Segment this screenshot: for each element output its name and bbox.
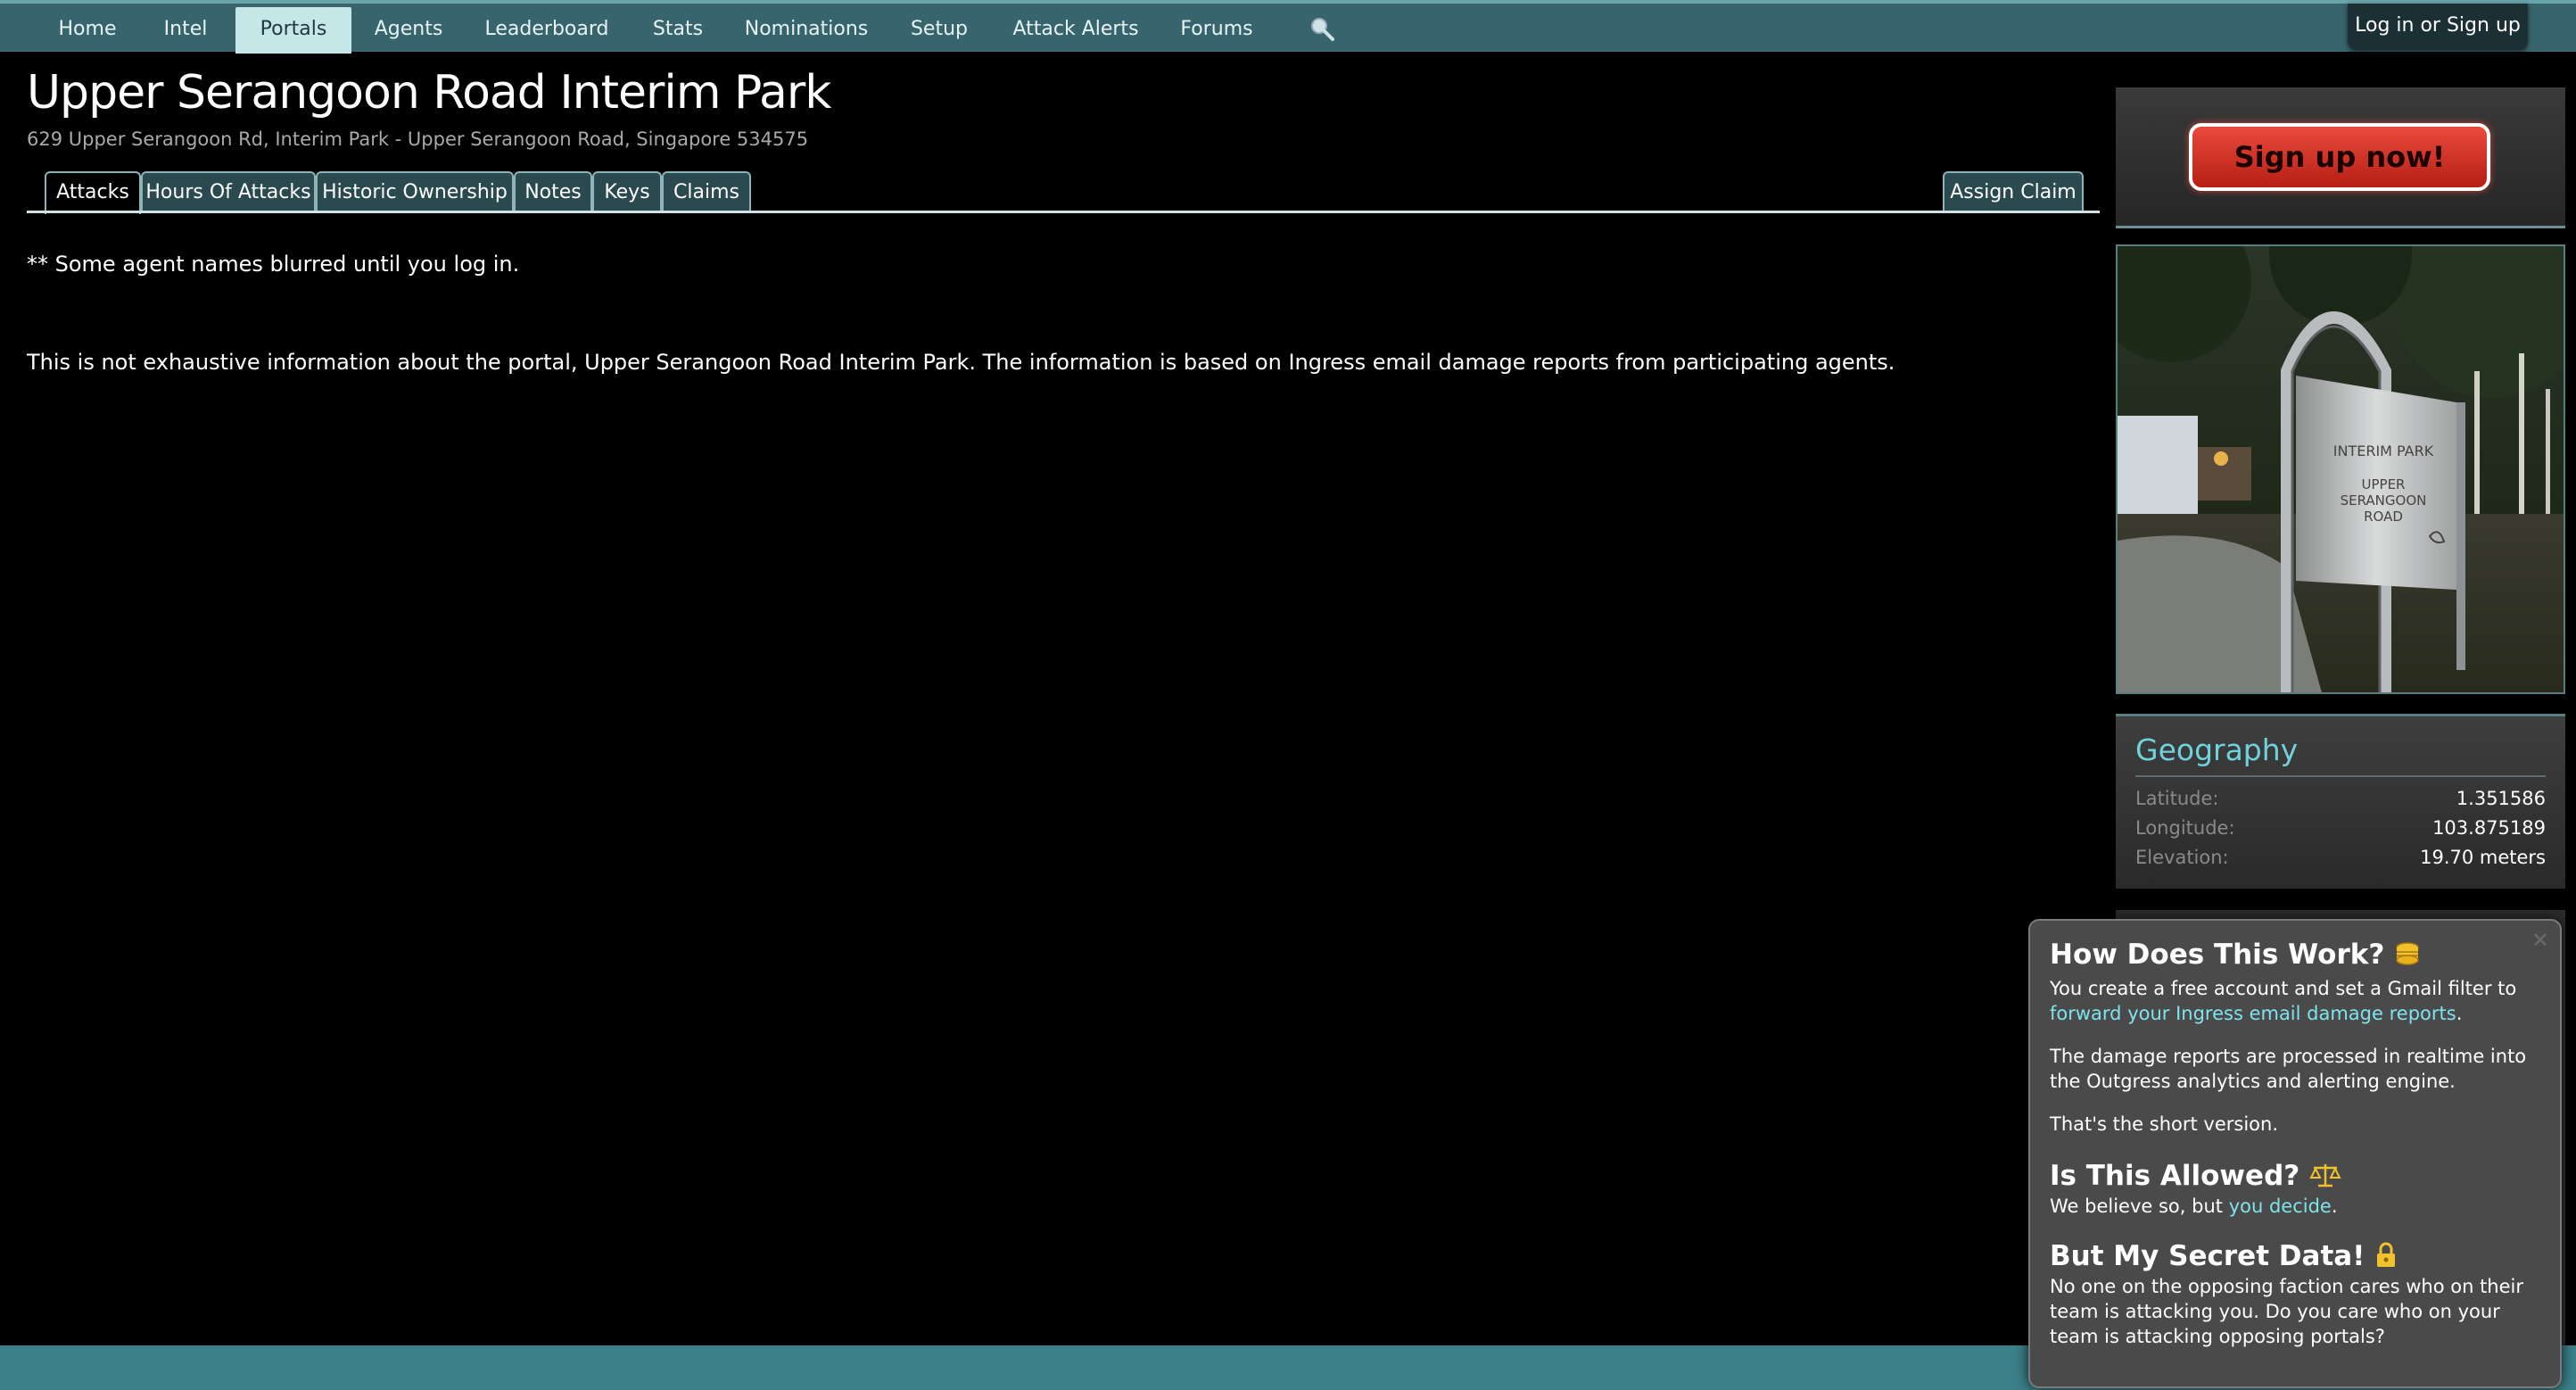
you-decide-link[interactable]: you decide xyxy=(2229,1196,2332,1217)
sign-text-3: SERANGOON xyxy=(2341,492,2427,509)
lock-icon xyxy=(2377,1242,2396,1267)
tab-claims[interactable]: Claims xyxy=(662,171,751,212)
blur-note: ** Some agent names blurred until you lo… xyxy=(27,252,520,277)
divider xyxy=(2135,775,2546,777)
page-title: Upper Serangoon Road Interim Park xyxy=(27,66,831,120)
longitude-row: Longitude: 103.875189 xyxy=(2135,817,2546,844)
popup-heading-how-text: How Does This Work? xyxy=(2050,939,2385,971)
popup-heading-secret: But My Secret Data! xyxy=(2050,1240,2398,1272)
nav-nominations[interactable]: Nominations xyxy=(739,7,874,52)
sign-text-4: ROAD xyxy=(2364,509,2403,525)
signup-panel: Sign up now! xyxy=(2116,87,2565,228)
nav-forums[interactable]: Forums xyxy=(1172,7,1261,52)
elevation-label: Elevation: xyxy=(2135,847,2229,868)
info-popup: ✕ How Does This Work? You create a free … xyxy=(2028,919,2562,1388)
longitude-value: 103.875189 xyxy=(2432,817,2546,839)
longitude-label: Longitude: xyxy=(2135,817,2235,839)
latitude-row: Latitude: 1.351586 xyxy=(2135,788,2546,815)
signup-button[interactable]: Sign up now! xyxy=(2189,123,2490,191)
popup-paragraph-4: We believe so, but you decide. xyxy=(2050,1194,2546,1219)
tab-hours-of-attacks[interactable]: Hours Of Attacks xyxy=(141,171,316,212)
nav-home[interactable]: Home xyxy=(43,7,132,52)
nav-agents[interactable]: Agents xyxy=(364,7,453,52)
login-signup-button[interactable]: Log in or Sign up xyxy=(2348,4,2528,50)
close-icon[interactable]: ✕ xyxy=(2531,928,2549,953)
popup-p4-end: . xyxy=(2331,1196,2338,1217)
elevation-value: 19.70 meters xyxy=(2420,847,2546,868)
popup-paragraph-2: The damage reports are processed in real… xyxy=(2050,1046,2527,1092)
popup-paragraph-3: That's the short version. xyxy=(2050,1113,2278,1135)
nav-stats[interactable]: Stats xyxy=(640,7,715,52)
nav-leaderboard[interactable]: Leaderboard xyxy=(478,7,615,52)
popup-heading-allowed: Is This Allowed? xyxy=(2050,1160,2341,1192)
latitude-label: Latitude: xyxy=(2135,788,2219,809)
portal-address: 629 Upper Serangoon Rd, Interim Park - U… xyxy=(27,128,809,150)
popup-p1-text: You create a free account and set a Gmai… xyxy=(2050,978,2517,999)
nav-attack-alerts[interactable]: Attack Alerts xyxy=(1004,7,1147,52)
forward-reports-link[interactable]: forward your Ingress email damage report… xyxy=(2050,1003,2456,1024)
popup-p1-end: . xyxy=(2456,1003,2463,1024)
tab-notes[interactable]: Notes xyxy=(514,171,592,212)
scales-icon xyxy=(2309,1164,2341,1187)
nav-portals[interactable]: Portals xyxy=(235,7,351,54)
popup-heading-allowed-text: Is This Allowed? xyxy=(2050,1160,2300,1192)
geography-title: Geography xyxy=(2135,732,2299,767)
portal-photo: INTERIM PARK UPPER SERANGOON ROAD xyxy=(2116,244,2565,694)
nav-setup[interactable]: Setup xyxy=(897,7,981,52)
tab-keys[interactable]: Keys xyxy=(592,171,662,212)
top-navigation: Home Intel Portals Agents Leaderboard St… xyxy=(0,0,2576,54)
assign-claim-button[interactable]: Assign Claim xyxy=(1943,171,2084,212)
popup-paragraph-5: No one on the opposing faction cares who… xyxy=(2050,1276,2524,1347)
tab-divider xyxy=(27,211,2100,213)
latitude-value: 1.351586 xyxy=(2456,788,2546,809)
geography-panel: Geography Latitude: 1.351586 Longitude: … xyxy=(2116,714,2565,889)
popup-paragraph-1: You create a free account and set a Gmai… xyxy=(2050,976,2546,1026)
tab-historic-ownership[interactable]: Historic Ownership xyxy=(316,171,514,212)
popup-heading-secret-text: But My Secret Data! xyxy=(2050,1240,2365,1272)
popup-heading-how: How Does This Work? xyxy=(2050,939,2421,971)
sign-text-1: INTERIM PARK xyxy=(2333,443,2434,459)
coins-icon xyxy=(2396,942,2419,965)
tab-attacks[interactable]: Attacks xyxy=(45,171,141,214)
elevation-row: Elevation: 19.70 meters xyxy=(2135,847,2546,873)
popup-p4-text: We believe so, but xyxy=(2050,1196,2229,1217)
sign-text-2: UPPER xyxy=(2362,476,2406,492)
search-icon[interactable] xyxy=(1309,16,1334,41)
nav-intel[interactable]: Intel xyxy=(150,7,221,52)
disclaimer-text: This is not exhaustive information about… xyxy=(27,350,1895,375)
